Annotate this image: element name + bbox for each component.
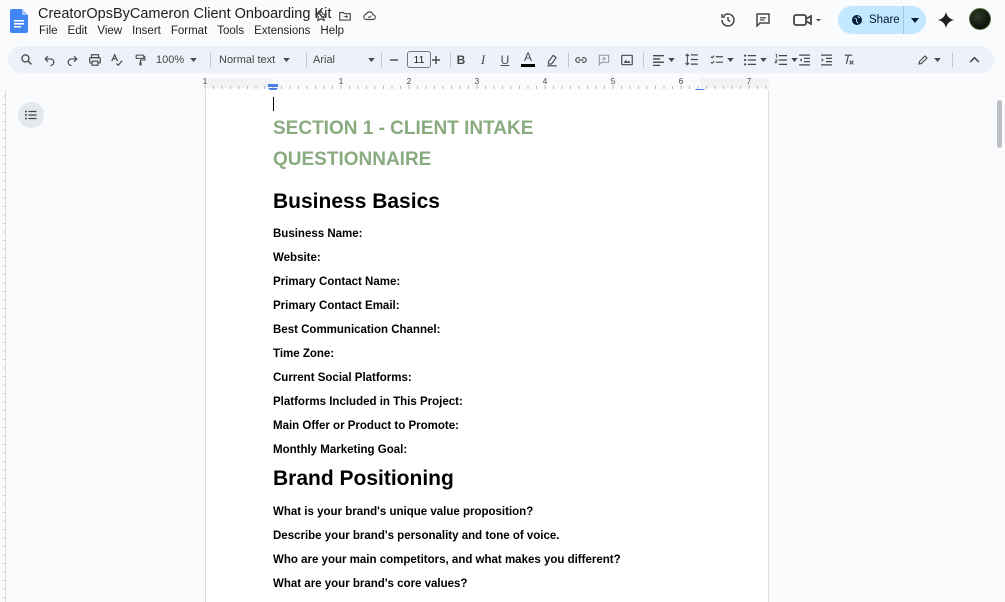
spellcheck-icon[interactable] (107, 46, 127, 73)
field-current-social-platforms: Current Social Platforms: (273, 372, 412, 384)
question-competitors: Who are your main competitors, and what … (273, 554, 621, 566)
heading-business-basics: Business Basics (273, 190, 440, 213)
menu-edit[interactable]: Edit (68, 25, 88, 37)
cloud-status-icon[interactable] (360, 7, 378, 25)
search-menus-icon[interactable] (16, 46, 36, 73)
ruler-number: 1 (338, 77, 344, 86)
font-select[interactable]: Arial (313, 46, 375, 73)
line-spacing-icon[interactable] (680, 46, 704, 73)
zoom-value: 100% (156, 53, 185, 66)
field-platforms-included: Platforms Included in This Project: (273, 396, 463, 408)
field-primary-contact-name: Primary Contact Name: (273, 276, 401, 288)
clear-formatting-icon[interactable] (838, 46, 858, 73)
outline-list-icon (25, 110, 37, 120)
underline-icon[interactable]: U (496, 46, 514, 73)
ruler-number: 6 (678, 77, 684, 86)
comments-icon[interactable] (751, 6, 775, 34)
gemini-icon[interactable] (934, 6, 958, 34)
docs-logo-icon[interactable] (10, 9, 28, 33)
menu-insert[interactable]: Insert (132, 25, 161, 37)
checklist-select[interactable] (706, 46, 738, 73)
heading-brand-positioning: Brand Positioning (273, 467, 454, 490)
menu-file[interactable]: File (39, 25, 58, 37)
vertical-scrollbar[interactable] (997, 100, 1002, 148)
question-brand-personality: Describe your brand's personality and to… (273, 530, 560, 542)
field-monthly-marketing-goal: Monthly Marketing Goal: (273, 444, 408, 456)
document-outline-button[interactable] (18, 102, 44, 128)
paint-format-icon[interactable] (130, 46, 150, 73)
bold-icon[interactable]: B (452, 46, 470, 73)
print-icon[interactable] (85, 46, 105, 73)
menu-format[interactable]: Format (171, 25, 207, 37)
meet-icon[interactable] (789, 6, 825, 34)
move-folder-icon[interactable] (336, 7, 354, 25)
font-value: Arial (313, 53, 336, 66)
star-icon[interactable] (312, 7, 330, 25)
menu-help[interactable]: Help (320, 25, 344, 37)
text-cursor (273, 97, 274, 111)
paragraph-style-value: Normal text (219, 53, 276, 66)
field-business-name: Business Name: (273, 228, 363, 240)
increase-font-size-icon[interactable] (428, 46, 444, 73)
text-color-icon[interactable]: A (518, 46, 538, 73)
insert-link-icon[interactable] (571, 46, 591, 73)
globe-icon (851, 14, 863, 26)
decrease-font-size-icon[interactable] (386, 46, 402, 73)
ruler-number: 5 (610, 77, 616, 86)
editing-mode-select[interactable] (914, 46, 944, 73)
section-title-line-2: QUESTIONNAIRE (273, 149, 432, 170)
bulleted-list-select[interactable] (740, 46, 770, 73)
decrease-indent-icon[interactable] (794, 46, 814, 73)
field-time-zone: Time Zone: (273, 348, 335, 360)
share-dropdown-icon[interactable] (904, 6, 926, 34)
horizontal-ruler[interactable]: 1 1 2 3 4 5 6 7 (0, 76, 1005, 95)
align-select[interactable] (648, 46, 678, 73)
collapse-menus-icon[interactable] (964, 46, 984, 73)
undo-icon[interactable] (39, 46, 59, 73)
italic-icon[interactable]: I (474, 46, 492, 73)
title-bar: CreatorOpsByCameron Client Onboarding Ki… (0, 0, 1005, 44)
ruler-number: 1 (202, 77, 208, 86)
share-label: Share (869, 14, 900, 26)
menu-view[interactable]: View (97, 25, 122, 37)
question-unique-value-proposition: What is your brand's unique value propos… (273, 506, 534, 518)
add-comment-icon[interactable] (594, 46, 614, 73)
ruler-number: 2 (406, 77, 412, 86)
share-button[interactable]: Share (838, 6, 926, 34)
menu-tools[interactable]: Tools (217, 25, 244, 37)
version-history-icon[interactable] (716, 6, 740, 34)
ruler-number: 4 (542, 77, 548, 86)
vertical-ruler[interactable] (0, 90, 6, 602)
zoom-select[interactable]: 100% (156, 46, 202, 73)
field-main-offer: Main Offer or Product to Promote: (273, 420, 459, 432)
question-core-values: What are your brand's core values? (273, 578, 468, 590)
ruler-number: 3 (474, 77, 480, 86)
paragraph-style-select[interactable]: Normal text (219, 46, 303, 73)
section-title-line-1: SECTION 1 - CLIENT INTAKE (273, 118, 534, 139)
field-best-communication-channel: Best Communication Channel: (273, 324, 441, 336)
toolbar: 100% Normal text Arial 11 B I U A (8, 46, 994, 73)
insert-image-icon[interactable] (617, 46, 637, 73)
menu-extensions[interactable]: Extensions (254, 25, 310, 37)
increase-indent-icon[interactable] (816, 46, 836, 73)
ruler-number: 7 (746, 77, 752, 86)
redo-icon[interactable] (62, 46, 82, 73)
highlight-color-icon[interactable] (542, 46, 562, 73)
menu-bar: File Edit View Insert Format Tools Exten… (39, 25, 354, 37)
field-primary-contact-email: Primary Contact Email: (273, 300, 400, 312)
avatar[interactable] (969, 8, 991, 30)
field-website: Website: (273, 252, 321, 264)
document-title[interactable]: CreatorOpsByCameron Client Onboarding Ki… (38, 6, 331, 22)
